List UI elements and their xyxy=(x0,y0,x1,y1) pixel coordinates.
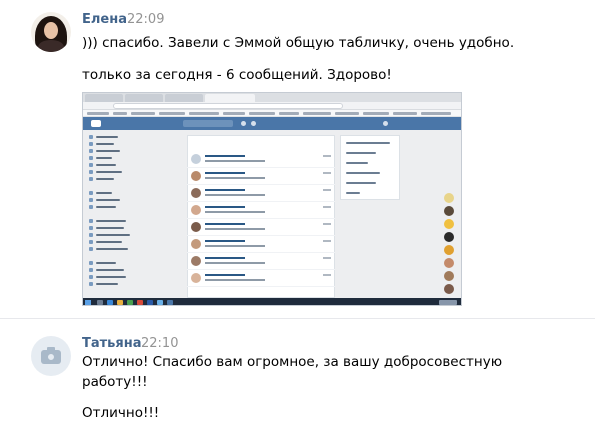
site-left-menu xyxy=(83,130,183,298)
profile-icon xyxy=(383,121,388,126)
windows-start-icon xyxy=(85,300,91,305)
browser-tabs xyxy=(83,93,461,102)
message-text-line: работу!!! xyxy=(82,374,148,390)
chat-history: Елена 22:09 ))) спасибо. Завели с Эммой … xyxy=(0,0,595,431)
message-text-line: ))) спасибо. Завели с Эммой общую таблич… xyxy=(82,35,515,51)
music-icon xyxy=(251,121,256,126)
avatar-elena[interactable] xyxy=(31,12,71,52)
message-text-line: только за сегодня - 6 сообщений. Здорово… xyxy=(82,67,392,83)
avatar-face xyxy=(44,22,58,39)
message-divider xyxy=(0,318,595,319)
site-header xyxy=(83,117,461,130)
message-time[interactable]: 22:09 xyxy=(127,12,164,27)
dialogs-filter-panel xyxy=(340,135,400,200)
message-time[interactable]: 22:10 xyxy=(141,336,178,351)
attached-screenshot[interactable] xyxy=(82,92,462,306)
message-text-line: Отлично! Спасибо вам огромное, за вашу д… xyxy=(82,354,503,370)
os-clock xyxy=(439,300,457,305)
friends-online-column xyxy=(444,193,456,294)
site-logo-icon xyxy=(91,120,101,127)
bell-icon xyxy=(241,121,246,126)
browser-url-field xyxy=(113,103,343,109)
author-name[interactable]: Елена xyxy=(82,12,127,27)
author-name[interactable]: Татьяна xyxy=(82,336,142,351)
site-search xyxy=(183,120,233,127)
message-text-line: Отлично!!! xyxy=(82,405,160,421)
camera-icon[interactable] xyxy=(31,336,71,376)
avatar-clothes xyxy=(38,40,64,52)
